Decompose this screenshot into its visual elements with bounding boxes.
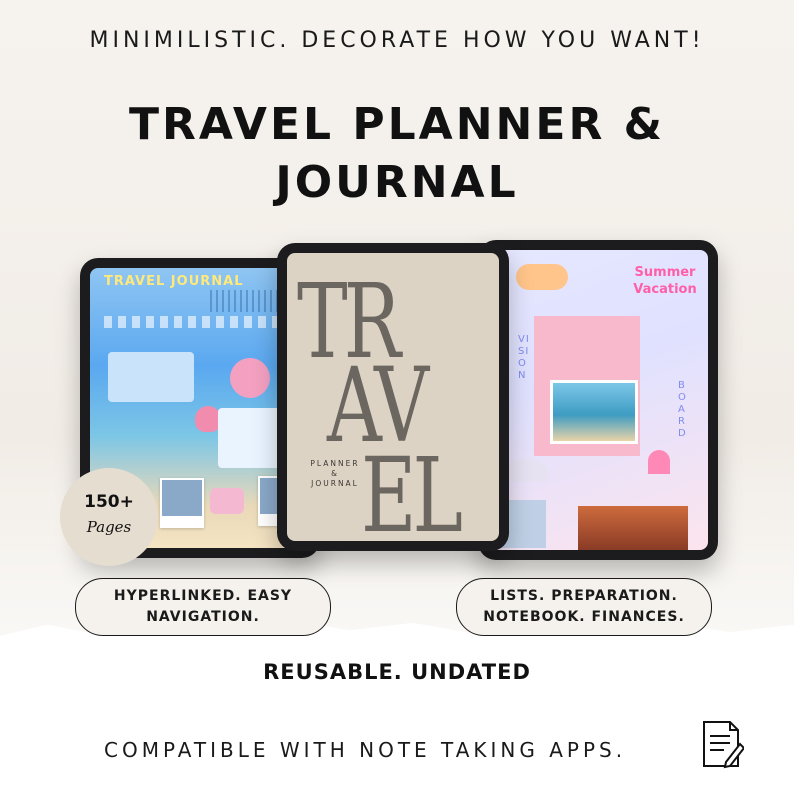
pages-label: Pages xyxy=(86,518,132,536)
polaroid-photo xyxy=(160,478,204,528)
cloud-sticker xyxy=(516,264,568,290)
cover-subtitle: PLANNER & JOURNAL xyxy=(303,459,367,489)
board-label: BOARD xyxy=(678,380,687,439)
feature-pill-contents: LISTS. PREPARATION. NOTEBOOK. FINANCES. xyxy=(456,578,712,636)
cover-text-el: EL xyxy=(361,435,463,541)
note-pencil-icon xyxy=(703,721,744,769)
feature-left-line-2: NAVIGATION. xyxy=(146,609,260,625)
vision-label: VISION xyxy=(518,334,530,381)
pages-count: 150+ xyxy=(84,492,134,512)
summer-vacation-heading: Summer Vacation xyxy=(620,264,708,298)
feature-left-line-1: HYPERLINKED. EASY xyxy=(113,588,293,604)
feature-right-line-1: LISTS. PREPARATION. xyxy=(490,588,678,604)
compatible-apps-text: COMPATIBLE WITH NOTE TAKING APPS. xyxy=(104,738,627,762)
feature-pill-navigation: HYPERLINKED. EASY NAVIGATION. xyxy=(75,578,331,636)
page-title: TRAVEL PLANNER & JOURNAL xyxy=(0,96,794,212)
travel-journal-heading: TRAVEL JOURNAL xyxy=(104,274,244,289)
feature-right-line-2: NOTEBOOK. FINANCES. xyxy=(483,609,685,625)
vacation-word: Vacation xyxy=(633,282,697,297)
reusable-undated: REUSABLE. UNDATED xyxy=(263,660,531,684)
sticky-note xyxy=(108,352,194,402)
tablet-right: Summer Vacation VISION BOARD xyxy=(478,240,718,560)
subtitle-planner: PLANNER xyxy=(310,459,360,468)
subtitle-journal: JOURNAL xyxy=(311,479,359,488)
tablet-center: TR AV EL PLANNER & JOURNAL xyxy=(277,243,509,551)
pages-badge: 150+ Pages xyxy=(60,468,158,566)
sneaker-sticker xyxy=(508,460,548,482)
beach-photo xyxy=(550,380,638,444)
paper-tear-background xyxy=(0,619,794,794)
cake-sticker xyxy=(210,488,244,514)
cover-screen: TR AV EL PLANNER & JOURNAL xyxy=(287,253,499,541)
tagline: MINIMILISTIC. DECORATE HOW YOU WANT! xyxy=(89,28,705,53)
title-line-2: JOURNAL xyxy=(275,157,519,208)
summer-word: Summer xyxy=(634,265,696,280)
vision-board-screen: Summer Vacation VISION BOARD xyxy=(488,250,708,550)
flamingo-sticker xyxy=(648,450,670,510)
sticker-character xyxy=(230,358,270,398)
subtitle-amp: & xyxy=(331,469,339,478)
weather-icons-row xyxy=(104,316,294,328)
title-line-1: TRAVEL PLANNER & xyxy=(128,99,666,150)
canyon-photo xyxy=(578,506,688,550)
